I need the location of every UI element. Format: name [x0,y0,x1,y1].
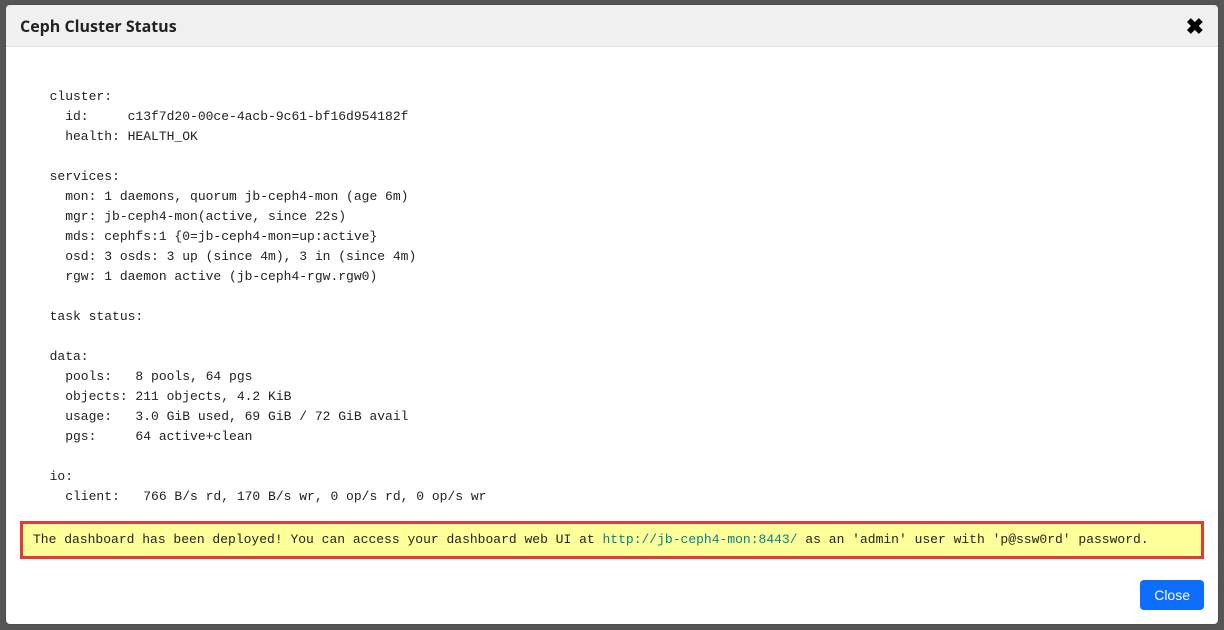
services-header: services: [34,169,120,184]
data-header: data: [34,349,89,364]
status-output: cluster: id: c13f7d20-00ce-4acb-9c61-bf1… [20,67,1204,507]
data-pgs: pgs: 64 active+clean [34,429,252,444]
services-rgw: rgw: 1 daemon active (jb-ceph4-rgw.rgw0) [34,269,377,284]
banner-text-before: The dashboard has been deployed! You can… [33,532,603,547]
close-icon[interactable]: ✖ [1186,15,1204,37]
data-usage: usage: 3.0 GiB used, 69 GiB / 72 GiB ava… [34,409,408,424]
status-modal: Ceph Cluster Status ✖ cluster: id: c13f7… [6,5,1218,624]
services-mgr: mgr: jb-ceph4-mon(active, since 22s) [34,209,346,224]
data-objects: objects: 211 objects, 4.2 KiB [34,389,291,404]
data-pools: pools: 8 pools, 64 pgs [34,369,252,384]
services-mds: mds: cephfs:1 {0=jb-ceph4-mon=up:active} [34,229,377,244]
modal-header: Ceph Cluster Status ✖ [6,5,1218,47]
banner-text-after: as an 'admin' user with 'p@ssw0rd' passw… [805,532,1148,547]
services-osd: osd: 3 osds: 3 up (since 4m), 3 in (sinc… [34,249,416,264]
cluster-header: cluster: [34,89,112,104]
dashboard-deployed-banner: The dashboard has been deployed! You can… [20,521,1204,559]
modal-title: Ceph Cluster Status [20,15,177,37]
io-client: client: 766 B/s rd, 170 B/s wr, 0 op/s r… [34,489,486,504]
cluster-health: health: HEALTH_OK [34,129,198,144]
services-mon: mon: 1 daemons, quorum jb-ceph4-mon (age… [34,189,408,204]
dashboard-url-link[interactable]: http://jb-ceph4-mon:8443/ [603,532,798,547]
close-button[interactable]: Close [1140,580,1204,610]
io-header: io: [34,469,73,484]
modal-footer: Close [6,568,1218,624]
modal-body: cluster: id: c13f7d20-00ce-4acb-9c61-bf1… [6,47,1218,568]
cluster-id: id: c13f7d20-00ce-4acb-9c61-bf16d954182f [34,109,408,124]
task-status-header: task status: [34,309,143,324]
